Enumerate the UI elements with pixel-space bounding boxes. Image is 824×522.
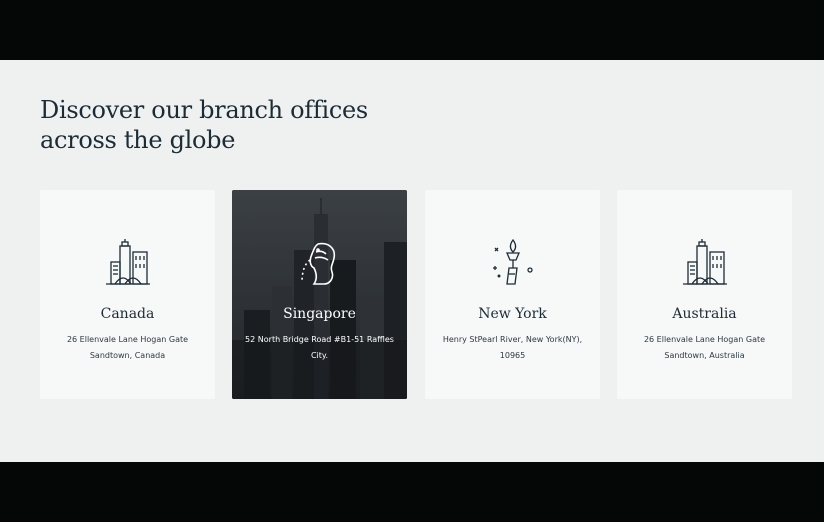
heading-line-2: across the globe (40, 126, 236, 154)
bottom-letterbox (0, 462, 824, 522)
office-city: Canada (100, 306, 155, 322)
office-address: Henry StPearl River, New York(NY), 10965 (442, 335, 583, 360)
city-buildings-icon (679, 238, 731, 290)
office-card-new-york[interactable]: New York Henry StPearl River, New York(N… (425, 190, 600, 399)
office-address: 26 Ellenvale Lane Hogan Gate Sandtown, C… (66, 335, 189, 360)
office-card-canada[interactable]: Canada 26 Ellenvale Lane Hogan Gate Sand… (40, 190, 215, 399)
top-letterbox (0, 0, 824, 60)
section-heading: Discover our branch offices across the g… (40, 95, 380, 155)
office-address: 52 North Bridge Road #B1-51 Raffles City… (245, 335, 394, 360)
branch-offices-section: Discover our branch offices across the g… (0, 60, 824, 462)
office-city: New York (478, 306, 547, 322)
merlion-icon (294, 238, 346, 290)
statue-of-liberty-torch-icon (487, 238, 539, 290)
office-card-australia[interactable]: Australia 26 Ellenvale Lane Hogan Gate S… (617, 190, 792, 399)
office-address: 26 Ellenvale Lane Hogan Gate Sandtown, A… (643, 335, 766, 360)
office-city: Singapore (283, 306, 356, 322)
city-buildings-icon (102, 238, 154, 290)
heading-line-1: Discover our branch offices (40, 96, 368, 124)
singapore-skyline-photo (232, 190, 407, 399)
office-city: Australia (672, 306, 737, 322)
office-card-singapore[interactable]: Singapore 52 North Bridge Road #B1-51 Ra… (232, 190, 407, 399)
